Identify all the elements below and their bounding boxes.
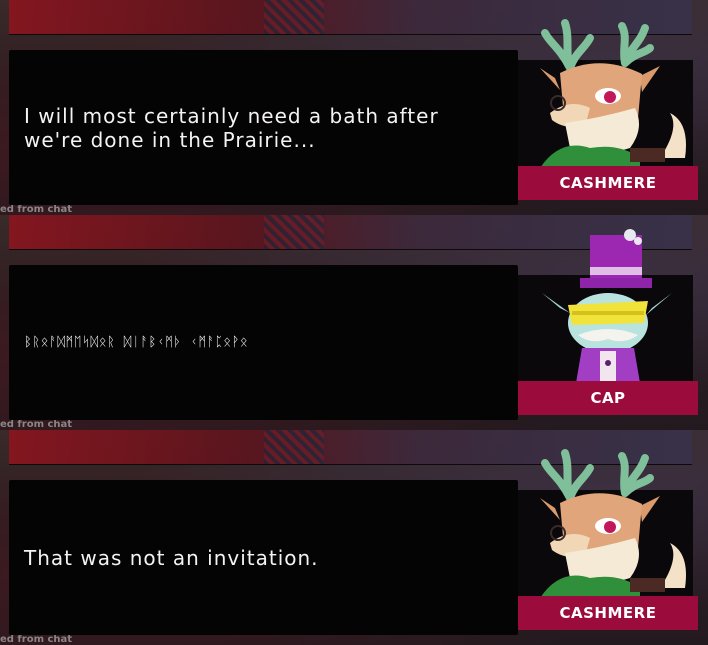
cashmere-portrait-icon (540, 19, 686, 168)
cashmere-portrait-icon (540, 449, 686, 598)
dialog-text: ᛒᚱᛟᚨᛞᛗᛖᛋᛞᛟᚱ ᛞᛁᚨᛒᚲᛗᚦ ᚲᛗᚨᛈᛟᚹᛟ (24, 334, 249, 350)
speaker-name-plate: CAP (518, 381, 698, 415)
dialog-text: That was not an invitation. (24, 545, 319, 570)
dialog-text: I will most certainly need a bath after … (24, 103, 439, 152)
dialog-box: I will most certainly need a bath after … (9, 50, 518, 205)
speaker-name-plate: CASHMERE (518, 596, 698, 630)
dialog-panel-1: I will most certainly need a bath after … (0, 0, 708, 215)
dialog-panel-2: ᛒᚱᛟᚨᛞᛗᛖᛋᛞᛟᚱ ᛞᛁᚨᛒᚲᛗᚦ ᚲᛗᚨᛈᛟᚹᛟ CAP ed from … (0, 215, 708, 430)
dialog-box: That was not an invitation. (9, 480, 518, 635)
dialog-box: ᛒᚱᛟᚨᛞᛗᛖᛋᛞᛟᚱ ᛞᛁᚨᛒᚲᛗᚦ ᚲᛗᚨᛈᛟᚹᛟ (9, 265, 518, 420)
dialog-panel-3: That was not an invitation. CASHMERE ed … (0, 430, 708, 645)
chat-source-label: ed from chat (0, 420, 73, 430)
chat-source-label: ed from chat (0, 205, 73, 215)
speaker-name-plate: CASHMERE (518, 166, 698, 200)
chat-source-label: ed from chat (0, 635, 73, 645)
cap-portrait-icon (542, 229, 672, 383)
